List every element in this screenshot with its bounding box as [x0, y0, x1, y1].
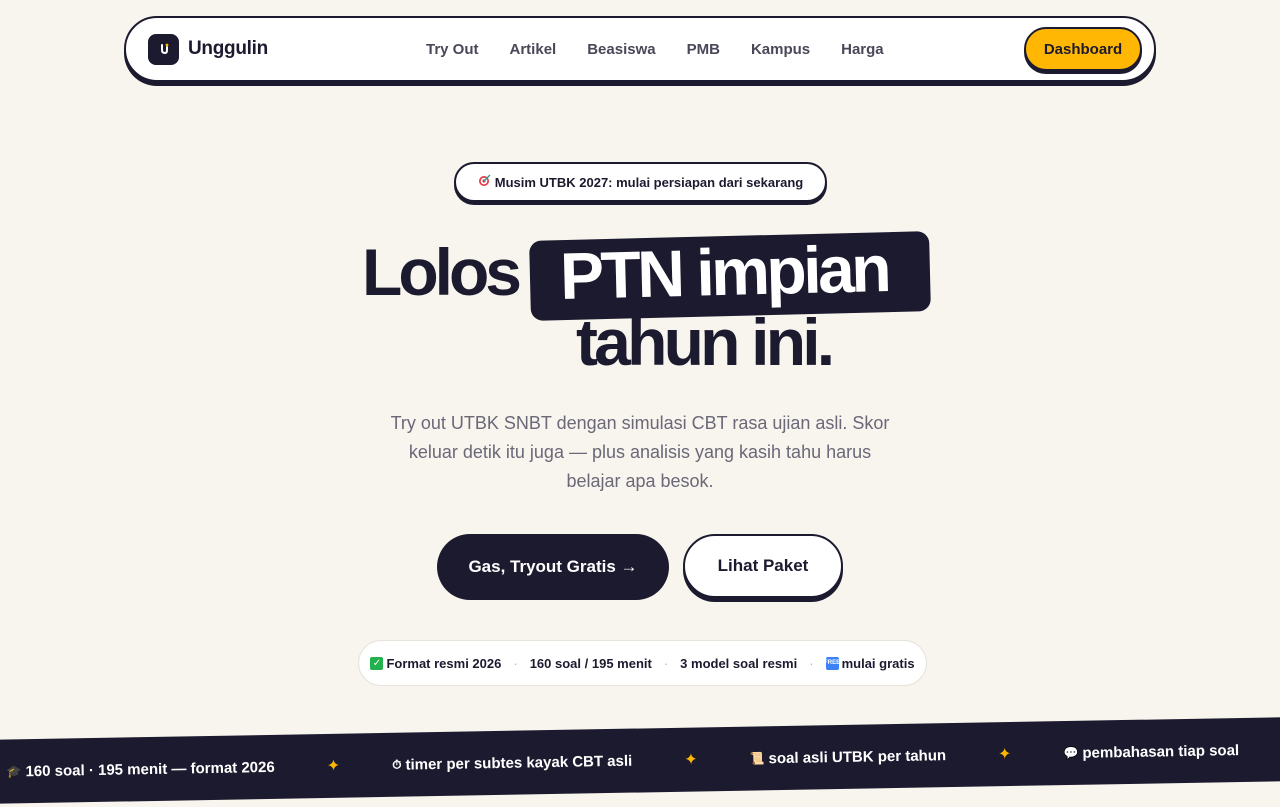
- nav-link-try-out[interactable]: Try Out: [426, 41, 479, 58]
- free-icon: FREE: [824, 656, 840, 670]
- ticker-band: 🎓 160 soal · 195 menit — format 2026 ✦ ⏱…: [0, 716, 1280, 804]
- logo-icon: [148, 33, 179, 65]
- navbar: Unggulin Try Out Artikel Beasiswa PMB Ka…: [124, 16, 1156, 82]
- ticker-item: ⏱ timer per subtes kayak CBT asli: [392, 752, 632, 773]
- season-pill: Musim UTBK 2027: mulai persiapan dari se…: [454, 162, 827, 202]
- brand[interactable]: Unggulin: [148, 33, 268, 65]
- hero-title-lolos: Lolos: [362, 235, 522, 309]
- nav-link-pmb[interactable]: PMB: [687, 41, 720, 58]
- target-icon: [478, 174, 491, 190]
- dashboard-button[interactable]: Dashboard: [1024, 27, 1142, 71]
- ticker-item-label: soal asli UTBK per tahun: [768, 746, 947, 767]
- nav-links: Try Out Artikel Beasiswa PMB Kampus Harg…: [426, 41, 915, 58]
- sparkle-icon: ✦: [997, 746, 1012, 764]
- nav-link-beasiswa[interactable]: Beasiswa: [587, 41, 655, 58]
- separator-dot: ·: [809, 655, 814, 671]
- stopwatch-icon: ⏱: [392, 757, 402, 772]
- stat-gratis: FREE mulai gratis: [824, 655, 915, 671]
- hero-title-line2: tahun ini.: [576, 305, 835, 379]
- lihat-paket-button[interactable]: Lihat Paket: [683, 534, 843, 598]
- nav-link-harga[interactable]: Harga: [841, 41, 884, 58]
- ticker-item: 💬 pembahasan tiap soal: [1063, 742, 1239, 762]
- ticker-item-label: timer per subtes kayak CBT asli: [405, 752, 633, 774]
- nav-link-artikel[interactable]: Artikel: [510, 41, 557, 58]
- graduation-cap-icon: 🎓: [6, 764, 22, 779]
- sparkle-icon: ✦: [684, 751, 698, 769]
- stat-gratis-label: mulai gratis: [841, 655, 915, 671]
- ticker-item-label: pembahasan tiap soal: [1082, 741, 1240, 762]
- ticker-item: 📜 soal asli UTBK per tahun: [749, 746, 947, 767]
- tryout-gratis-button[interactable]: Gas, Tryout Gratis →: [437, 534, 669, 600]
- sparkle-icon: ✦: [326, 757, 341, 775]
- stat-format: ✓ Format resmi 2026: [370, 656, 501, 671]
- ticker-item-label: 160 soal · 195 menit — format 2026: [25, 758, 275, 780]
- hero-subtext: Try out UTBK SNBT dengan simulasi CBT ra…: [390, 413, 890, 491]
- stat-format-label: Format resmi 2026: [386, 655, 502, 671]
- ticker-track: 🎓 160 soal · 195 menit — format 2026 ✦ ⏱…: [6, 738, 1280, 782]
- check-icon: ✓: [370, 656, 384, 670]
- scroll-icon: 📜: [749, 751, 765, 766]
- nav-link-kampus[interactable]: Kampus: [751, 41, 810, 58]
- separator-dot: ·: [663, 655, 669, 671]
- stats-bar: ✓ Format resmi 2026 · 160 soal / 195 men…: [358, 640, 927, 686]
- hero-title-highlight: PTN impian: [559, 231, 889, 313]
- brand-name: Unggulin: [188, 38, 268, 59]
- stat-model: 3 model soal resmi: [680, 655, 798, 671]
- ticker-item: 🎓 160 soal · 195 menit — format 2026: [6, 758, 274, 780]
- separator-dot: ·: [513, 655, 518, 671]
- season-pill-text: Musim UTBK 2027: mulai persiapan dari se…: [494, 174, 804, 190]
- stat-soal: 160 soal / 195 menit: [529, 655, 652, 671]
- speech-bubble-icon: 💬: [1063, 745, 1079, 761]
